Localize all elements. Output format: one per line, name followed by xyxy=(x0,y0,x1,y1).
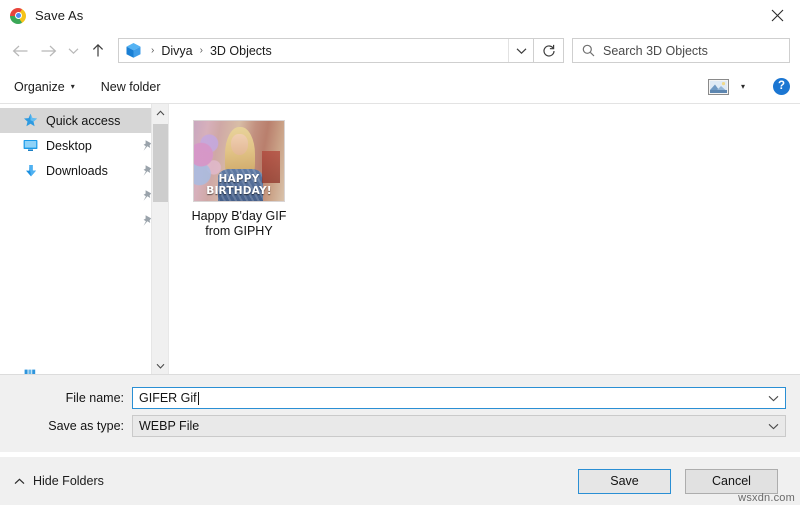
command-toolbar: Organize ▾ New folder ▾ ? xyxy=(0,70,800,104)
forward-arrow-icon[interactable] xyxy=(34,37,62,65)
file-name-line1: Happy B'day GIF xyxy=(191,209,287,223)
file-name-line2: from GIPHY xyxy=(205,224,273,238)
chevron-down-icon: ▾ xyxy=(70,81,75,91)
sidebar-item-pinned-extra[interactable] xyxy=(0,208,168,233)
organize-button[interactable]: Organize ▾ xyxy=(14,80,75,94)
chrome-icon xyxy=(10,7,26,24)
scroll-up-arrow-icon[interactable] xyxy=(152,104,168,121)
happy-birthday-gif-thumbnail[interactable]: HAPPY BIRTHDAY! xyxy=(193,120,285,202)
scroll-down-arrow-icon[interactable] xyxy=(152,357,168,374)
thumbnail-subject-face xyxy=(230,133,248,155)
file-item[interactable]: HAPPY BIRTHDAY! Happy B'day GIF from GIP… xyxy=(187,120,291,239)
navigation-bar: › Divya › 3D Objects Search 3D Objects xyxy=(0,31,800,70)
file-list-pane[interactable]: HAPPY BIRTHDAY! Happy B'day GIF from GIP… xyxy=(169,104,800,374)
breadcrumb-separator: › xyxy=(199,45,203,56)
thumbnail-caption-line2: BIRTHDAY! xyxy=(206,185,272,197)
search-input[interactable]: Search 3D Objects xyxy=(603,44,708,58)
navigation-pane: Quick access Desktop Downloads xyxy=(0,104,169,374)
breadcrumb-item-divya[interactable]: Divya xyxy=(159,44,194,58)
save-button[interactable]: Save xyxy=(578,468,671,494)
file-name-input[interactable]: GIFER Gif xyxy=(132,387,786,409)
file-name-label-text: File name: xyxy=(65,391,124,405)
dialog-body: Quick access Desktop Downloads HAPPY BIR… xyxy=(0,104,800,374)
text-cursor xyxy=(197,391,199,405)
help-button[interactable]: ? xyxy=(773,78,790,95)
breadcrumb-chevron-down-icon[interactable] xyxy=(508,39,533,62)
save-as-type-row: Save as type: WEBP File xyxy=(14,415,786,437)
file-name-label: Happy B'day GIF from GIPHY xyxy=(192,209,287,239)
save-as-type-chevron-down-icon[interactable] xyxy=(761,416,785,436)
sidebar-item-desktop[interactable]: Desktop xyxy=(0,133,168,158)
sidebar-item-label: Desktop xyxy=(46,138,92,153)
sidebar-scrollbar[interactable] xyxy=(151,104,168,374)
save-form: File name: GIFER Gif Save as type: WEBP … xyxy=(0,374,800,452)
sidebar-item-downloads[interactable]: Downloads xyxy=(0,158,168,183)
download-arrow-icon xyxy=(22,163,39,179)
breadcrumb-item-3d-objects[interactable]: 3D Objects xyxy=(208,44,274,58)
hide-folders-button[interactable]: Hide Folders xyxy=(14,474,104,488)
search-icon xyxy=(577,44,599,57)
sidebar-item-label: Quick access xyxy=(46,113,121,128)
search-box[interactable]: Search 3D Objects xyxy=(572,38,790,63)
sidebar-item-quick-access[interactable]: Quick access xyxy=(0,108,168,133)
view-chevron-down-icon[interactable]: ▾ xyxy=(741,82,745,91)
sidebar-item-label: Downloads xyxy=(46,163,108,178)
3d-objects-cube-icon xyxy=(126,43,141,58)
dialog-footer: Hide Folders Save Cancel xyxy=(0,457,800,505)
window-title: Save As xyxy=(35,8,84,23)
refresh-icon[interactable] xyxy=(534,38,564,63)
save-as-type-label-text: Save as type: xyxy=(48,419,124,433)
chevron-up-icon xyxy=(14,477,25,485)
up-arrow-icon[interactable] xyxy=(84,37,112,65)
new-folder-label: New folder xyxy=(100,79,161,94)
navigation-list: Quick access Desktop Downloads xyxy=(0,104,168,233)
cancel-button[interactable]: Cancel xyxy=(685,468,778,494)
hide-folders-label: Hide Folders xyxy=(33,474,104,488)
desktop-monitor-icon xyxy=(22,138,39,154)
view-mode-icon[interactable] xyxy=(707,78,729,95)
file-name-row: File name: GIFER Gif xyxy=(14,387,786,409)
thumbnail-caption: HAPPY BIRTHDAY! xyxy=(194,173,284,197)
new-folder-button[interactable]: New folder xyxy=(101,80,161,94)
title-bar: Save As xyxy=(0,0,800,31)
breadcrumb[interactable]: › Divya › 3D Objects xyxy=(118,38,534,63)
library-icon xyxy=(22,367,39,374)
save-as-type-select[interactable]: WEBP File xyxy=(132,415,786,437)
thumbnail-caption-line1: HAPPY xyxy=(218,173,260,185)
sidebar-item-clipped[interactable] xyxy=(0,363,151,374)
sidebar-item-pinned-extra[interactable] xyxy=(0,183,168,208)
organize-label: Organize xyxy=(14,79,65,94)
star-icon xyxy=(22,113,39,129)
breadcrumb-separator: › xyxy=(151,45,155,56)
recent-locations-chevron-down-icon[interactable] xyxy=(62,37,84,65)
close-button[interactable] xyxy=(754,0,800,31)
file-name-chevron-down-icon[interactable] xyxy=(761,388,785,408)
scrollbar-thumb[interactable] xyxy=(153,124,168,202)
save-as-type-value: WEBP File xyxy=(139,419,200,433)
watermark: wsxdn.com xyxy=(738,492,795,504)
back-arrow-icon[interactable] xyxy=(6,37,34,65)
file-name-value: GIFER Gif xyxy=(139,391,197,405)
